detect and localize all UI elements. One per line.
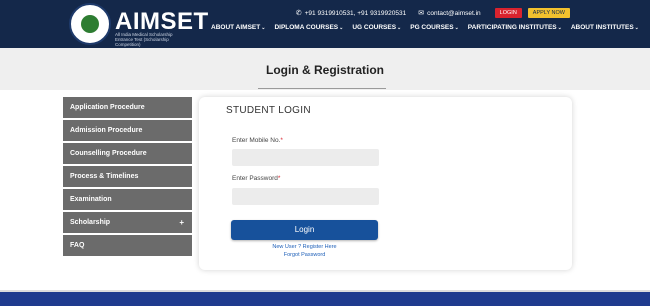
chevron-down-icon: ⌄ (339, 24, 344, 31)
student-login-card: STUDENT LOGIN Enter Mobile No.* Enter Pa… (199, 97, 572, 270)
main-nav: ABOUT AIMSET ⌄ DIPLOMA COURSES ⌄ UG COURSE… (211, 24, 639, 31)
chevron-down-icon: ⌄ (557, 24, 562, 31)
login-card-title: STUDENT LOGIN (226, 105, 311, 116)
password-label-text: Enter Password (232, 175, 278, 182)
nav-label: ABOUT AIMSET (211, 24, 261, 31)
sidebar-item-label: Scholarship (70, 219, 111, 226)
required-mark: * (280, 137, 283, 144)
header-login-button[interactable]: LOGIN (494, 8, 522, 18)
password-field-label: Enter Password* (232, 175, 280, 182)
nav-label: PARTICIPATING INSTITUTES (467, 24, 557, 31)
email-address: contact@aimset.in (427, 9, 481, 17)
sidebar-item-faq[interactable]: FAQ (63, 235, 192, 256)
nav-label: PG COURSES (410, 24, 454, 31)
nav-participating-institutes[interactable]: PARTICIPATING INSTITUTES ⌄ (468, 24, 562, 31)
register-link[interactable]: New User ? Register Here (231, 244, 378, 250)
nav-ug-courses[interactable]: UG COURSES ⌄ (352, 24, 401, 31)
site-header: AIMSET All India Medical Scholarship Ent… (0, 0, 650, 48)
nav-diploma-courses[interactable]: DIPLOMA COURSES ⌄ (274, 24, 343, 31)
sidebar-item-scholarship[interactable]: Scholarship + (63, 212, 192, 233)
nav-about-aimset[interactable]: ABOUT AIMSET ⌄ (211, 24, 265, 31)
phone-numbers: +91 9319910531, +91 9319920531 (304, 9, 407, 17)
sidebar-item-label: Examination (70, 196, 112, 203)
mobile-label-text: Enter Mobile No. (232, 137, 281, 144)
mail-icon: ✉ (418, 10, 425, 17)
login-button[interactable]: Login (231, 220, 378, 240)
sidebar-item-examination[interactable]: Examination (63, 189, 192, 210)
nav-label: DIPLOMA COURSES (274, 24, 339, 31)
nav-label: UG COURSES (352, 24, 397, 31)
site-footer (0, 292, 650, 306)
phone-icon: ✆ (295, 10, 302, 17)
required-mark: * (277, 175, 281, 182)
chevron-down-icon: ⌄ (634, 24, 639, 31)
email-contact[interactable]: ✉ contact@aimset.in (418, 9, 481, 18)
chevron-down-icon: ⌄ (397, 24, 402, 31)
brand-tagline: All India Medical Scholarship Entrance T… (115, 32, 173, 47)
title-underline (258, 88, 386, 89)
forgot-password-link[interactable]: Forgot Password (231, 252, 378, 258)
sidebar-item-label: Application Procedure (70, 104, 145, 111)
top-contact-bar: ✆ +91 9319910531, +91 9319920531 ✉ conta… (296, 8, 570, 18)
sidebar-item-label: Process & Timelines (70, 173, 139, 180)
mobile-number-input[interactable] (232, 149, 379, 166)
chevron-down-icon: ⌄ (454, 24, 459, 31)
sidebar-item-admission-procedure[interactable]: Admission Procedure (63, 120, 192, 141)
sidebar-item-label: Counselling Procedure (70, 150, 147, 157)
sidebar-item-application-procedure[interactable]: Application Procedure (63, 97, 192, 118)
mobile-field-label: Enter Mobile No.* (232, 137, 283, 144)
nav-label: ABOUT INSTITUTES (570, 24, 634, 31)
aimset-logo[interactable] (69, 3, 111, 45)
sidebar-item-label: Admission Procedure (70, 127, 143, 134)
plus-icon[interactable]: + (179, 218, 184, 227)
sidebar-item-counselling-procedure[interactable]: Counselling Procedure (63, 143, 192, 164)
password-input[interactable] (232, 188, 379, 205)
phone-contact[interactable]: ✆ +91 9319910531, +91 9319920531 (295, 9, 407, 18)
nav-pg-courses[interactable]: PG COURSES ⌄ (410, 24, 459, 31)
sidebar-item-process-timelines[interactable]: Process & Timelines (63, 166, 192, 187)
nav-about-institutes[interactable]: ABOUT INSTITUTES ⌄ (571, 24, 639, 31)
sidebar: Application Procedure Admission Procedur… (63, 97, 192, 258)
apply-now-button[interactable]: APPLY NOW (527, 8, 570, 18)
chevron-down-icon: ⌄ (261, 24, 266, 31)
logo-emblem-icon (69, 3, 111, 45)
sidebar-item-label: FAQ (70, 242, 85, 249)
page-title: Login & Registration (266, 63, 384, 77)
